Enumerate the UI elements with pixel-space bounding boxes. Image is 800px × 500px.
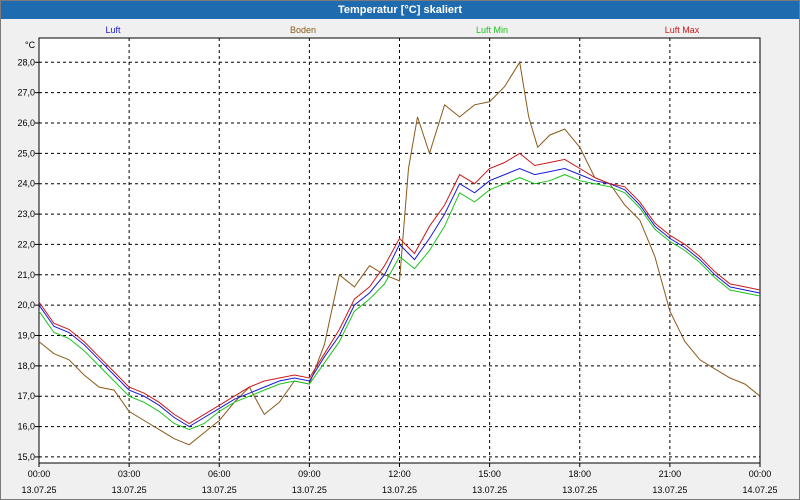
y-tick-label: 24,0 [17, 179, 35, 189]
y-tick-label: 27,0 [17, 88, 35, 98]
y-tick-label: 26,0 [17, 118, 35, 128]
x-axis: 00:00 13.07.25 03:00 13.07.25 06:00 13.07.25 0… [21, 463, 778, 495]
y-tick-label: 22,0 [17, 239, 35, 249]
y-tick-label: 20,0 [17, 300, 35, 310]
x-tick-label-date: 13.07.25 [472, 485, 507, 495]
x-tick-label-date: 13.07.25 [112, 485, 147, 495]
y-axis-unit: °C [25, 40, 36, 50]
x-tick-label-time: 00:00 [28, 469, 51, 479]
legend-entry-luft: Luft [105, 25, 121, 35]
x-tick-label-date: 14.07.25 [742, 485, 777, 495]
y-axis: 15,0 16,0 17,0 18,0 19,0 20,0 21,0 22,0 23,0 24,0… [17, 57, 39, 462]
x-tick-label-time: 18:00 [568, 469, 591, 479]
x-tick-label-time: 21:00 [659, 469, 682, 479]
x-tick-label-date: 13.07.25 [382, 485, 417, 495]
x-tick-label-time: 12:00 [388, 469, 411, 479]
x-tick-label-date: 13.07.25 [21, 485, 56, 495]
legend: Luft Boden Luft Min Luft Max [105, 25, 699, 35]
y-tick-label: 15,0 [17, 452, 35, 462]
temperature-chart: Luft Boden Luft Min Luft Max °C 15,0 16,0… [17, 25, 778, 495]
x-tick-label-date: 13.07.25 [202, 485, 237, 495]
y-tick-label: 21,0 [17, 270, 35, 280]
x-tick-label-time: 00:00 [749, 469, 772, 479]
x-tick-label-time: 15:00 [478, 469, 501, 479]
y-tick-label: 16,0 [17, 422, 35, 432]
x-tick-label-date: 13.07.25 [562, 485, 597, 495]
y-tick-label: 17,0 [17, 391, 35, 401]
legend-entry-luft-min: Luft Min [476, 25, 508, 35]
x-tick-label-date: 13.07.25 [292, 485, 327, 495]
y-tick-label: 28,0 [17, 57, 35, 67]
x-tick-label-time: 09:00 [298, 469, 321, 479]
y-tick-label: 23,0 [17, 209, 35, 219]
legend-entry-boden: Boden [290, 25, 316, 35]
y-tick-label: 19,0 [17, 331, 35, 341]
x-tick-label-time: 06:00 [208, 469, 231, 479]
legend-entry-luft-max: Luft Max [665, 25, 700, 35]
x-tick-label-date: 13.07.25 [652, 485, 687, 495]
x-tick-label-time: 03:00 [118, 469, 141, 479]
y-tick-label: 25,0 [17, 148, 35, 158]
y-tick-label: 18,0 [17, 361, 35, 371]
